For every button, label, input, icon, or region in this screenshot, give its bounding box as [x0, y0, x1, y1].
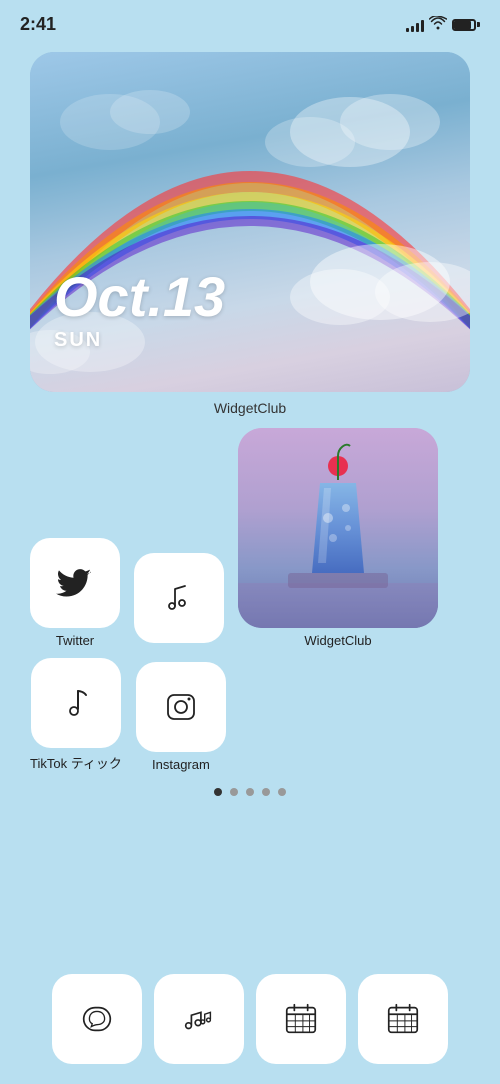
dot-2 [230, 788, 238, 796]
tiktok-icon-bg [31, 658, 121, 748]
dot-1 [214, 788, 222, 796]
music-note-icon [159, 578, 199, 618]
app-grid: Twitter [0, 420, 500, 772]
tiktok-app[interactable]: TikTok ティック [30, 658, 122, 772]
twitter-app[interactable]: Twitter [30, 538, 120, 648]
twitter-label: Twitter [56, 633, 94, 648]
status-time: 2:41 [20, 14, 56, 35]
status-bar: 2:41 [0, 0, 500, 44]
widget-date: Oct.13 SUN [54, 269, 225, 352]
dock [0, 964, 500, 1084]
line-icon-bg [52, 974, 142, 1064]
widgetclub-image-icon [238, 428, 438, 628]
calendar-widget-label: WidgetClub [30, 400, 470, 416]
tiktok-label: TikTok ティック [30, 753, 122, 772]
dot-5 [278, 788, 286, 796]
signal-icon [406, 18, 424, 32]
line-dock-item[interactable] [52, 974, 142, 1064]
calendar2-icon [384, 1000, 422, 1038]
page-dots [0, 788, 500, 796]
widget-area: Oct.13 SUN WidgetClub [0, 44, 500, 416]
line-app-icon [78, 1000, 116, 1038]
widget-day: SUN [54, 329, 225, 352]
widgetclub-label: WidgetClub [304, 633, 371, 648]
music-dock-item[interactable] [154, 974, 244, 1064]
battery-icon [452, 19, 480, 31]
twitter-bird-icon [55, 563, 95, 603]
calendar1-icon-bg [256, 974, 346, 1064]
app-row-2: TikTok ティック Instagram [30, 658, 470, 772]
calendar2-icon-bg [358, 974, 448, 1064]
instagram-camera-icon [161, 687, 201, 727]
calendar2-dock-item[interactable] [358, 974, 448, 1064]
widget-date-text: Oct.13 [54, 269, 225, 325]
calendar-widget[interactable]: Oct.13 SUN [30, 52, 470, 392]
music-app[interactable] [134, 553, 224, 648]
music-icon-bg [134, 553, 224, 643]
status-icons [406, 16, 480, 33]
twitter-icon-bg [30, 538, 120, 628]
calendar1-icon [282, 1000, 320, 1038]
widgetclub-app[interactable]: WidgetClub [238, 428, 438, 648]
drink-svg [238, 428, 438, 628]
music-dock-icon-bg [154, 974, 244, 1064]
music-notes-icon [180, 1000, 218, 1038]
dot-4 [262, 788, 270, 796]
instagram-label: Instagram [152, 757, 210, 772]
instagram-app[interactable]: Instagram [136, 662, 226, 772]
dot-3 [246, 788, 254, 796]
wifi-icon [429, 16, 447, 33]
calendar1-dock-item[interactable] [256, 974, 346, 1064]
tiktok-music-icon [56, 683, 96, 723]
instagram-icon-bg [136, 662, 226, 752]
app-row-1: Twitter [30, 428, 470, 648]
